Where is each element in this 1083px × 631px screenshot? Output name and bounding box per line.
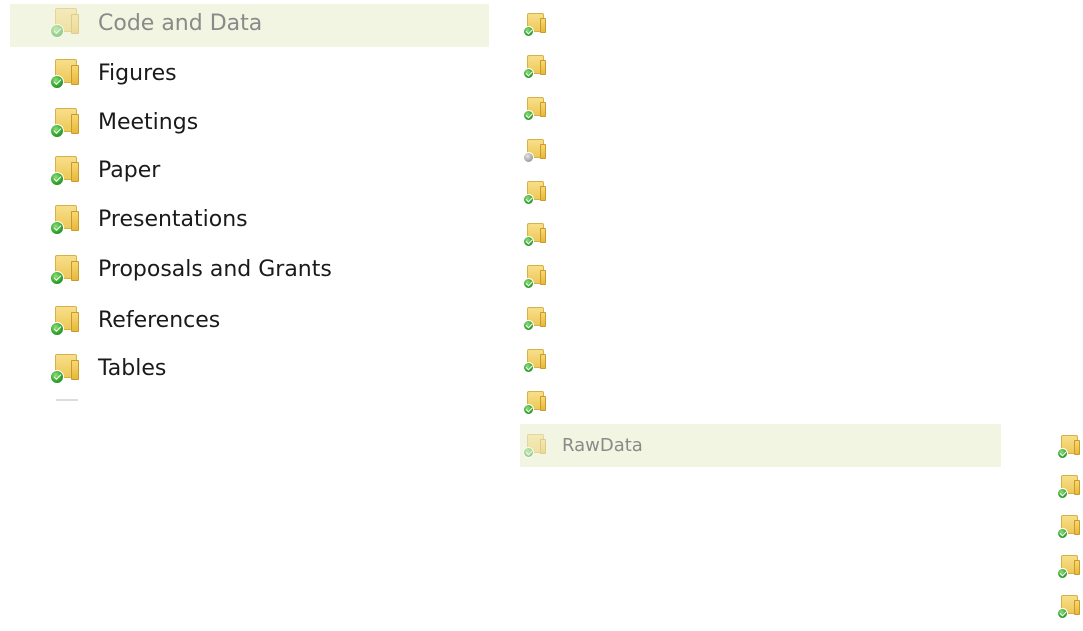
synced-folder-icon[interactable] [523, 223, 547, 247]
synced-folder-icon [50, 306, 80, 336]
synced-folder-icon[interactable] [523, 349, 547, 373]
synced-folder-icon [50, 8, 80, 38]
folder-label: Paper [98, 158, 161, 183]
synced-folder-icon[interactable] [1057, 555, 1081, 579]
synced-folder-icon [50, 354, 80, 384]
folder-label: Code and Data [98, 11, 263, 36]
folder-label: RawData [562, 435, 643, 456]
synced-folder-icon[interactable] [523, 307, 547, 331]
synced-folder-icon [523, 434, 547, 458]
folder-label: Presentations [98, 207, 248, 232]
synced-folder-icon [50, 205, 80, 235]
synced-folder-icon[interactable] [1057, 595, 1081, 619]
synced-folder-icon[interactable] [523, 265, 547, 289]
synced-folder-icon[interactable] [523, 55, 547, 79]
synced-folder-icon[interactable] [1057, 435, 1081, 459]
synced-folder-icon[interactable] [1057, 475, 1081, 499]
synced-folder-icon [50, 108, 80, 138]
synced-folder-icon[interactable] [523, 391, 547, 415]
synced-folder-icon [50, 156, 80, 186]
synced-folder-icon [50, 59, 80, 89]
synced-folder-icon[interactable] [1057, 515, 1081, 539]
folder-label: Figures [98, 61, 177, 86]
folder-label: Tables [98, 356, 167, 381]
folder-label: Meetings [98, 110, 199, 135]
pending-folder-icon[interactable] [523, 139, 547, 163]
list-scroll-remnant [56, 399, 78, 401]
folder-label: References [98, 308, 221, 333]
synced-folder-icon[interactable] [523, 181, 547, 205]
folder-label: Proposals and Grants [98, 257, 332, 282]
synced-folder-icon[interactable] [523, 13, 547, 37]
synced-folder-icon [50, 255, 80, 285]
synced-folder-icon[interactable] [523, 97, 547, 121]
